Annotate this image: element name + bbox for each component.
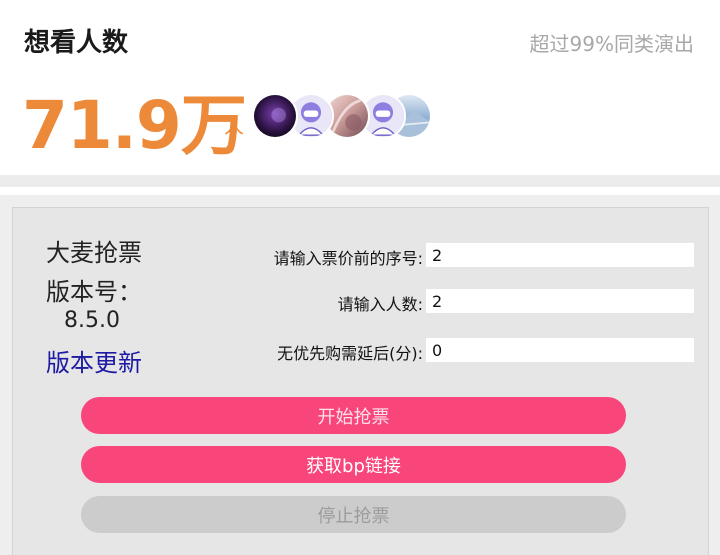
delay-minutes-label: 无优先购需延后(分): [277,344,423,363]
section-title: 想看人数 [24,28,129,58]
app-name: 大麦抢票 [46,239,142,267]
section-divider [0,175,720,187]
stop-grab-button[interactable]: 停止抢票 [81,496,626,533]
price-index-input[interactable] [426,243,694,267]
people-count-label: 请输入人数: [337,295,423,314]
rank-text: 超过99%同类演出 [529,32,694,56]
start-grab-button[interactable]: 开始抢票 [81,397,626,434]
section-gap [0,187,720,195]
wishlist-header: 想看人数 超过99%同类演出 71.9万 人 [0,0,720,175]
price-index-label: 请输入票价前的序号: [273,249,423,268]
delay-minutes-input[interactable] [426,338,694,362]
version-number: 8.5.0 [64,308,120,333]
update-link[interactable]: 版本更新 [46,343,142,378]
avatar[interactable] [252,93,298,139]
want-count-value: 71.9万 [22,87,247,164]
version-label: 版本号： [46,278,142,306]
people-count-input[interactable] [426,289,694,313]
want-count-unit: 人 [224,114,244,138]
get-bp-link-button[interactable]: 获取bp链接 [81,446,626,483]
avatar-group[interactable] [252,93,432,139]
